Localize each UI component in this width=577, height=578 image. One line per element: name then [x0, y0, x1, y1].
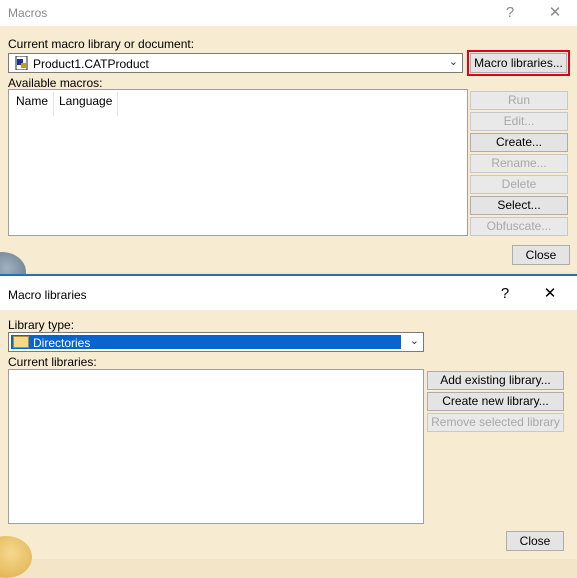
library-type-value: Directories — [33, 336, 91, 350]
library-type-label: Library type: — [8, 318, 75, 332]
column-divider — [53, 92, 54, 116]
run-button[interactable]: Run — [470, 91, 568, 110]
remove-selected-library-button[interactable]: Remove selected library — [427, 413, 564, 432]
chevron-down-icon[interactable]: ⌄ — [449, 55, 458, 68]
select-button[interactable]: Select... — [470, 196, 568, 215]
current-library-label: Current macro library or document: — [8, 37, 195, 51]
close-window-button[interactable]: ✕ — [539, 283, 561, 305]
background-decoration — [0, 536, 32, 578]
library-type-combo[interactable]: Directories ⌄ — [8, 332, 424, 352]
help-button[interactable]: ? — [499, 2, 521, 24]
help-button[interactable]: ? — [494, 283, 516, 305]
current-library-combo[interactable]: Product1.CATProduct ⌄ — [8, 53, 463, 73]
macro-libraries-button[interactable]: Macro libraries... — [467, 50, 570, 76]
current-libraries-list[interactable] — [8, 369, 424, 524]
libraries-titlebar: Macro libraries ? ✕ — [0, 276, 577, 310]
libraries-close-button[interactable]: Close — [506, 531, 564, 551]
current-libraries-label: Current libraries: — [8, 355, 97, 369]
close-window-button[interactable]: ✕ — [544, 2, 566, 24]
macros-dialog: Macros ? ✕ Current macro library or docu… — [0, 0, 577, 292]
rename-button[interactable]: Rename... — [470, 154, 568, 173]
folder-icon — [13, 336, 29, 348]
delete-button[interactable]: Delete — [470, 175, 568, 194]
macros-title: Macros — [8, 6, 48, 20]
available-macros-label: Available macros: — [8, 76, 103, 90]
obfuscate-button[interactable]: Obfuscate... — [470, 217, 568, 236]
column-header-language[interactable]: Language — [59, 94, 112, 108]
chevron-down-icon[interactable]: ⌄ — [410, 334, 419, 347]
column-header-name[interactable]: Name — [16, 94, 48, 108]
column-divider — [117, 92, 118, 116]
macros-close-button[interactable]: Close — [512, 245, 570, 265]
add-existing-library-button[interactable]: Add existing library... — [427, 371, 564, 390]
edit-button[interactable]: Edit... — [470, 112, 568, 131]
current-library-value: Product1.CATProduct — [33, 57, 149, 71]
create-button[interactable]: Create... — [470, 133, 568, 152]
product-document-icon — [15, 56, 28, 70]
available-macros-list[interactable]: Name Language — [8, 89, 468, 236]
create-new-library-button[interactable]: Create new library... — [427, 392, 564, 411]
libraries-title: Macro libraries — [8, 288, 87, 302]
macros-titlebar: Macros ? ✕ — [0, 0, 577, 26]
macro-libraries-dialog: Macro libraries ? ✕ Library type: Direct… — [0, 274, 577, 578]
